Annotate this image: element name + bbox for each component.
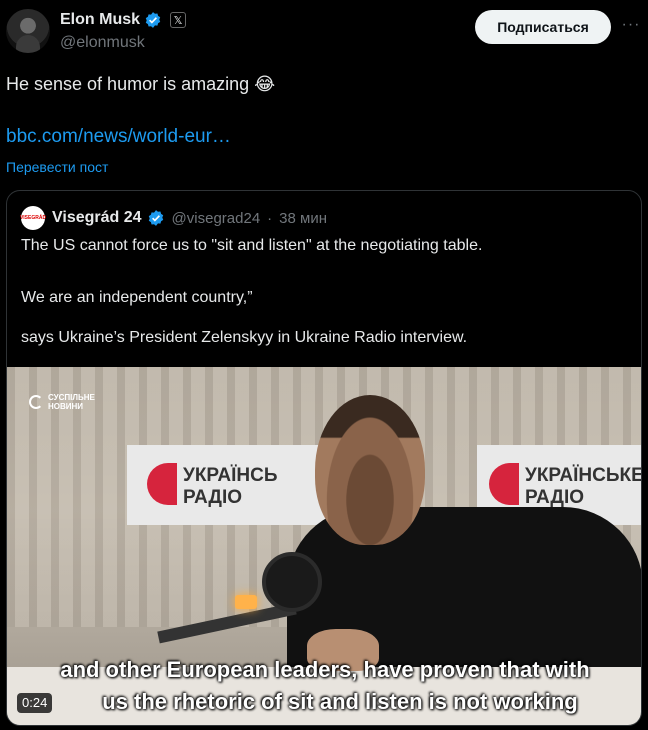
quoted-text-line: We are an independent country,” bbox=[21, 289, 253, 306]
verified-badge-icon bbox=[145, 12, 161, 28]
tweet-header: Elon Musk 𝕏 @elonmusk Подписаться ··· bbox=[0, 0, 648, 64]
suspilne-watermark-text: СУСПІЛЬНЕ НОВИНИ bbox=[48, 393, 95, 411]
quoted-author-handle[interactable]: @visegrad24 bbox=[172, 210, 261, 227]
video-caption-line1: and other European leaders, have proven … bbox=[60, 657, 590, 682]
follow-button[interactable]: Подписаться bbox=[475, 10, 611, 44]
video-duration-badge: 0:24 bbox=[17, 693, 53, 713]
quoted-timestamp[interactable]: 38 мин bbox=[279, 210, 327, 227]
quoted-tweet-header: VISEGRÁD Visegrád 24 @visegrad24 · 38 ми… bbox=[19, 206, 327, 230]
video-caption-line2: us the rhetoric of sit and listen is not… bbox=[102, 689, 578, 714]
suspilne-watermark: СУСПІЛЬНЕ НОВИНИ bbox=[29, 393, 95, 411]
tweet-text: He sense of humor is amazing 😂 bbox=[6, 74, 276, 94]
quoted-author-avatar[interactable]: VISEGRÁD bbox=[19, 206, 47, 230]
quoted-text-line: The US cannot force us to "sit and liste… bbox=[21, 237, 483, 254]
radio-banner-right-text: УКРАЇНСЬКЕ РАДІО bbox=[525, 465, 642, 508]
author-name[interactable]: Elon Musk bbox=[60, 11, 140, 29]
speaker-head bbox=[315, 395, 425, 545]
more-options-icon[interactable]: ··· bbox=[620, 16, 642, 36]
suspilne-logo-icon bbox=[29, 395, 43, 409]
mic-light bbox=[235, 595, 257, 609]
separator-dot: · bbox=[267, 209, 273, 227]
quoted-text-line: says Ukraine’s President Zelenskyy in Uk… bbox=[21, 329, 468, 346]
author-avatar[interactable] bbox=[6, 9, 50, 53]
radio-banner-left: УКРАЇНСЬ РАДІО bbox=[127, 445, 337, 525]
author-name-row: Elon Musk 𝕏 bbox=[60, 11, 187, 29]
radio-logo-icon bbox=[489, 463, 519, 505]
translate-post-link[interactable]: Перевести пост bbox=[6, 159, 108, 175]
radio-logo-icon bbox=[147, 463, 177, 505]
quoted-tweet[interactable]: VISEGRÁD Visegrád 24 @visegrad24 · 38 ми… bbox=[6, 190, 642, 726]
tweet-link[interactable]: bbc.com/news/world-eur… bbox=[6, 126, 231, 148]
microphone-icon bbox=[262, 552, 322, 612]
author-handle[interactable]: @elonmusk bbox=[60, 34, 145, 52]
quoted-author-name[interactable]: Visegrád 24 bbox=[52, 209, 142, 227]
radio-banner-left-text: УКРАЇНСЬ РАДІО bbox=[183, 465, 278, 508]
verified-badge-icon bbox=[148, 210, 163, 226]
x-affiliation-icon: 𝕏 bbox=[170, 12, 187, 28]
quoted-avatar-label: VISEGRÁD bbox=[19, 215, 47, 221]
video-player[interactable]: УКРАЇНСЬ РАДІО УКРАЇНСЬКЕ РАДІО СУСПІЛЬН… bbox=[7, 367, 642, 725]
